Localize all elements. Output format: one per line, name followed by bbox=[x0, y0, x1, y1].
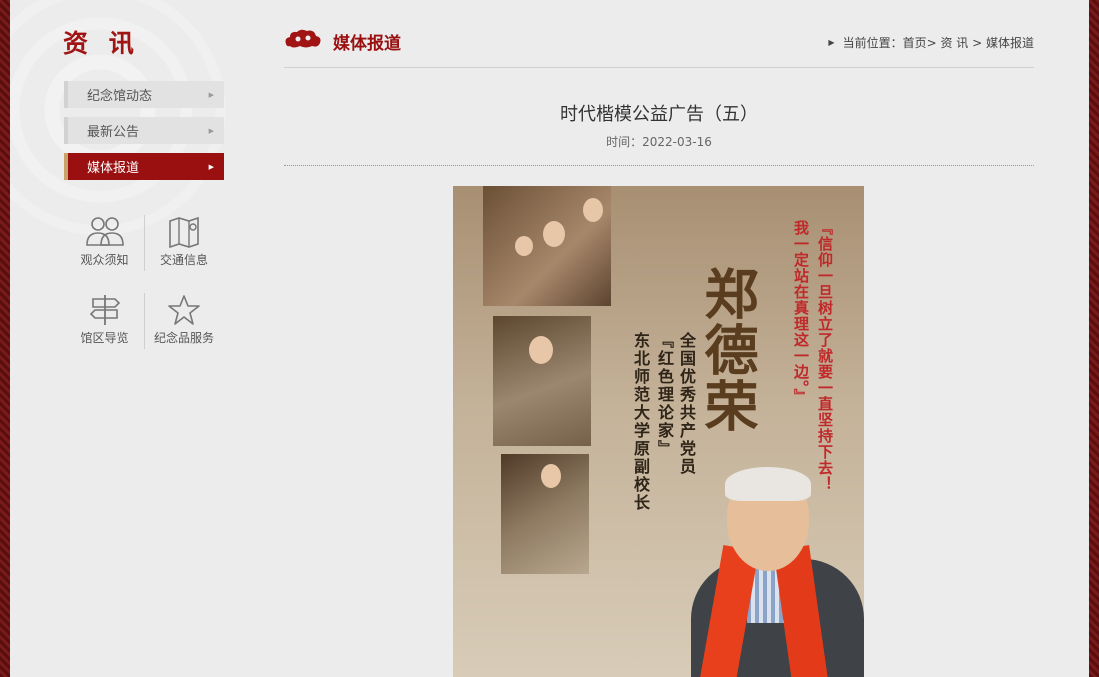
chevron-right-icon: ▶ bbox=[208, 162, 214, 171]
side-item-media-reports[interactable]: 媒体报道 ▶ bbox=[64, 153, 224, 180]
side-item-announcements[interactable]: 最新公告 ▶ bbox=[64, 117, 224, 144]
poster-quote-line2: 我一定站在真理这一边。』 bbox=[792, 220, 810, 405]
poster-desc-line1: 全国优秀共产党员 bbox=[677, 332, 696, 476]
article-poster-image: 『信仰一旦树立了就要一直坚持下去！ 我一定站在真理这一边。』 郑德荣 全国优秀共… bbox=[453, 186, 864, 677]
quick-link-label: 交通信息 bbox=[159, 253, 208, 267]
sidebar: 资 讯 纪念馆动态 ▶ 最新公告 ▶ 媒体报道 ▶ 观众须知 交通信息 馆区导览… bbox=[10, 0, 235, 677]
breadcrumb-separator: > bbox=[968, 35, 986, 50]
poster-photo-person bbox=[529, 336, 553, 364]
poster-name: 郑德荣 bbox=[695, 266, 758, 434]
signpost-icon bbox=[89, 295, 120, 325]
section-title: 媒体报道 bbox=[333, 34, 401, 54]
quick-link-souvenir[interactable]: 纪念品服务 bbox=[144, 293, 223, 349]
side-item-label: 媒体报道 bbox=[87, 161, 140, 176]
poster-photo-group bbox=[483, 186, 611, 306]
cloud-emblem-icon bbox=[285, 29, 321, 48]
portrait-hair bbox=[725, 467, 811, 501]
poster-photo-person bbox=[541, 464, 561, 488]
side-item-museum-news[interactable]: 纪念馆动态 ▶ bbox=[64, 81, 224, 108]
star-icon bbox=[168, 295, 200, 325]
side-item-label: 最新公告 bbox=[87, 125, 140, 140]
poster-quote-line1: 『信仰一旦树立了就要一直坚持下去！ bbox=[816, 220, 834, 492]
breadcrumb: ▶ 当前位置： 首页 > 资 讯 > 媒体报道 bbox=[828, 34, 1034, 51]
main-content: 媒体报道 ▶ 当前位置： 首页 > 资 讯 > 媒体报道 时代楷模公益广告（五）… bbox=[284, 0, 1034, 677]
chevron-right-icon: ▶ bbox=[208, 126, 214, 135]
breadcrumb-marker-icon: ▶ bbox=[828, 38, 835, 47]
poster-photo-person bbox=[515, 236, 533, 256]
poster-desc-line2: 『红色理论家』 bbox=[655, 332, 674, 458]
chevron-right-icon: ▶ bbox=[208, 90, 214, 99]
quick-links: 观众须知 交通信息 馆区导览 纪念品服务 bbox=[65, 215, 225, 371]
section-header: 媒体报道 ▶ 当前位置： 首页 > 资 讯 > 媒体报道 bbox=[284, 24, 1034, 68]
breadcrumb-home-link[interactable]: 首页 bbox=[903, 34, 927, 51]
sidebar-title: 资 讯 bbox=[63, 29, 140, 58]
side-menu: 纪念馆动态 ▶ 最新公告 ▶ 媒体报道 ▶ bbox=[64, 81, 224, 189]
quick-link-guide[interactable]: 馆区导览 bbox=[65, 293, 144, 349]
breadcrumb-current[interactable]: 媒体报道 bbox=[986, 34, 1034, 51]
poster-photo-library bbox=[501, 454, 589, 574]
side-item-label: 纪念馆动态 bbox=[87, 89, 153, 104]
page: 资 讯 纪念馆动态 ▶ 最新公告 ▶ 媒体报道 ▶ 观众须知 交通信息 馆区导览… bbox=[10, 0, 1089, 677]
quick-link-visitor-notice[interactable]: 观众须知 bbox=[65, 215, 144, 271]
poster-photo-person bbox=[543, 221, 565, 247]
poster-photo-reading bbox=[493, 316, 591, 446]
article-title: 时代楷模公益广告（五） bbox=[560, 104, 758, 125]
quick-link-transport[interactable]: 交通信息 bbox=[144, 215, 223, 271]
breadcrumb-prefix: 当前位置： bbox=[842, 36, 903, 50]
divider bbox=[284, 165, 1034, 166]
visitors-icon bbox=[85, 217, 124, 246]
quick-link-label: 馆区导览 bbox=[80, 331, 129, 345]
page-frame-right bbox=[1089, 0, 1099, 677]
breadcrumb-separator: > bbox=[926, 35, 941, 50]
breadcrumb-news-link[interactable]: 资 讯 bbox=[940, 34, 968, 51]
map-icon bbox=[169, 216, 199, 249]
article-date: 时间：2022-03-16 bbox=[606, 135, 712, 149]
poster-photo-person bbox=[583, 198, 603, 222]
poster-desc-line3: 东北师范大学原副校长 bbox=[631, 332, 650, 512]
poster-portrait bbox=[691, 467, 864, 677]
quick-link-label: 纪念品服务 bbox=[153, 331, 214, 345]
quick-link-label: 观众须知 bbox=[80, 253, 129, 267]
page-frame-left bbox=[0, 0, 10, 677]
